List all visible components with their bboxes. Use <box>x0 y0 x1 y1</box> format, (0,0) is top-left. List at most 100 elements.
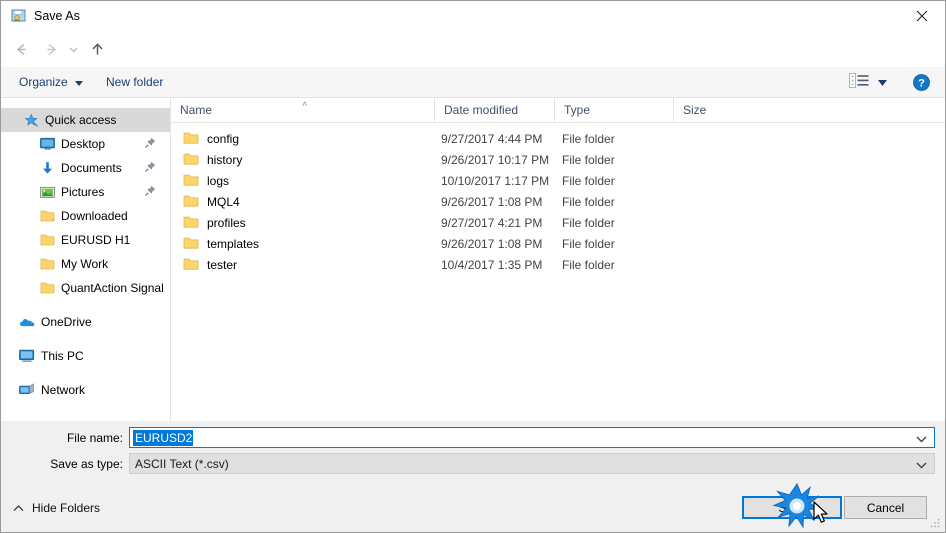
folder-icon <box>183 173 199 187</box>
navigation-bar: « Roaming › MetaQuotes › Terminal › 9155… <box>1 31 945 90</box>
file-name-value: EURUSD2 <box>133 429 194 446</box>
file-name-input[interactable]: EURUSD2 <box>129 427 935 448</box>
back-icon[interactable] <box>9 37 33 61</box>
table-row[interactable]: tester 10/4/2017 1:35 PM File folder <box>171 254 945 275</box>
save-as-type-select[interactable]: ASCII Text (*.csv) <box>129 453 935 474</box>
folder-icon <box>39 208 55 224</box>
view-mode-button[interactable] <box>849 67 887 97</box>
help-icon[interactable]: ? <box>913 74 930 91</box>
star-pin-icon <box>23 112 39 128</box>
chevron-up-icon <box>13 501 24 515</box>
file-list-panel: Name ˄ Date modified Type Size config 9/… <box>170 98 945 421</box>
svg-text:?: ? <box>918 78 925 90</box>
organize-button[interactable]: Organize <box>19 67 83 97</box>
sidebar-item-documents[interactable]: Documents <box>1 156 170 180</box>
table-row[interactable]: history 9/26/2017 10:17 PM File folder <box>171 149 945 170</box>
cell-date-modified: 9/26/2017 10:17 PM <box>441 152 550 167</box>
navigation-sidebar[interactable]: Quick access Desktop Documents Pictures … <box>1 98 170 421</box>
sidebar-item-my-work[interactable]: My Work <box>1 252 170 276</box>
cell-name: profiles <box>207 215 246 230</box>
column-header-name[interactable]: Name ˄ <box>171 98 434 122</box>
cell-date-modified: 9/26/2017 1:08 PM <box>441 194 543 209</box>
table-row[interactable]: config 9/27/2017 4:44 PM File folder <box>171 128 945 149</box>
sidebar-item-quick-access[interactable]: Quick access <box>1 108 170 132</box>
column-header-label: Type <box>564 103 591 117</box>
sidebar-item-eurusd-h1[interactable]: EURUSD H1 <box>1 228 170 252</box>
chevron-down-icon[interactable] <box>916 432 927 446</box>
sidebar-item-label: Quick access <box>45 113 117 127</box>
save-as-type-label: Save as type: <box>50 457 123 471</box>
folder-icon <box>39 256 55 272</box>
sidebar-item-onedrive[interactable]: OneDrive <box>1 310 170 334</box>
cell-type: File folder <box>562 131 615 146</box>
pin-icon[interactable] <box>144 137 156 152</box>
sidebar-item-label: Network <box>41 383 86 397</box>
save-as-dialog: Save As Organize New folder ? Quick acce… <box>0 0 946 533</box>
new-folder-button[interactable]: New folder <box>106 67 163 97</box>
chevron-down-icon <box>878 75 887 89</box>
sidebar-item-network[interactable]: Network <box>1 378 170 402</box>
up-one-level-icon[interactable] <box>85 37 109 61</box>
cell-type: File folder <box>562 236 615 251</box>
folder-icon <box>183 236 199 250</box>
file-name-label: File name: <box>66 431 123 445</box>
table-row[interactable]: MQL4 9/26/2017 1:08 PM File folder <box>171 191 945 212</box>
recent-locations-chevron-down-icon[interactable] <box>64 37 82 61</box>
cancel-button[interactable]: Cancel <box>844 496 927 519</box>
column-header-date-modified[interactable]: Date modified <box>434 98 554 122</box>
cell-name: MQL4 <box>207 194 240 209</box>
cell-type: File folder <box>562 173 615 188</box>
save-as-icon <box>11 8 27 24</box>
cell-date-modified: 10/4/2017 1:35 PM <box>441 257 543 272</box>
close-icon[interactable] <box>899 1 945 31</box>
table-row[interactable]: logs 10/10/2017 1:17 PM File folder <box>171 170 945 191</box>
folder-icon <box>183 152 199 166</box>
cell-type: File folder <box>562 215 615 230</box>
onedrive-cloud-icon <box>19 314 35 330</box>
cell-date-modified: 9/27/2017 4:21 PM <box>441 215 543 230</box>
column-header-label: Date modified <box>444 103 519 117</box>
column-header-size[interactable]: Size <box>673 98 753 122</box>
folder-icon <box>183 194 199 208</box>
pictures-icon <box>39 184 55 200</box>
cell-type: File folder <box>562 194 615 209</box>
hide-folders-button[interactable]: Hide Folders <box>13 501 100 515</box>
sidebar-item-label: This PC <box>41 349 84 363</box>
command-bar: Organize New folder ? <box>1 67 945 98</box>
folder-icon <box>39 232 55 248</box>
cell-name: templates <box>207 236 260 251</box>
sidebar-item-label: Documents <box>61 161 122 175</box>
chevron-down-icon <box>74 75 83 89</box>
sidebar-item-label: Pictures <box>61 185 105 199</box>
folder-icon <box>183 257 199 271</box>
sidebar-item-label: My Work <box>61 257 109 271</box>
table-row[interactable]: profiles 9/27/2017 4:21 PM File folder <box>171 212 945 233</box>
cancel-button-label: Cancel <box>866 500 905 515</box>
column-header-label: Size <box>683 103 707 117</box>
folder-icon <box>183 131 199 145</box>
cell-name: history <box>207 152 243 167</box>
sidebar-item-this-pc[interactable]: This PC <box>1 344 170 368</box>
pin-icon[interactable] <box>144 161 156 176</box>
desktop-icon <box>39 136 55 152</box>
chevron-down-icon[interactable] <box>916 458 927 472</box>
file-list-header: Name ˄ Date modified Type Size <box>171 98 945 123</box>
pin-icon[interactable] <box>144 185 156 200</box>
title-bar: Save As <box>1 1 945 31</box>
sidebar-item-desktop[interactable]: Desktop <box>1 132 170 156</box>
window-title: Save As <box>34 9 80 23</box>
sidebar-item-label: OneDrive <box>41 315 92 329</box>
column-header-type[interactable]: Type <box>554 98 673 122</box>
file-list-rows: config 9/27/2017 4:44 PM File folder his… <box>171 123 945 275</box>
sidebar-item-downloaded[interactable]: Downloaded <box>1 204 170 228</box>
folder-icon <box>39 280 55 296</box>
new-folder-label: New folder <box>106 75 164 89</box>
cell-type: File folder <box>562 152 615 167</box>
cell-name: config <box>207 131 240 146</box>
sidebar-item-quantaction-signal[interactable]: QuantAction Signal <box>1 276 170 300</box>
sidebar-item-pictures[interactable]: Pictures <box>1 180 170 204</box>
save-button[interactable]: Save <box>742 496 842 519</box>
table-row[interactable]: templates 9/26/2017 1:08 PM File folder <box>171 233 945 254</box>
forward-icon[interactable] <box>39 37 63 61</box>
cell-name: tester <box>207 257 238 272</box>
